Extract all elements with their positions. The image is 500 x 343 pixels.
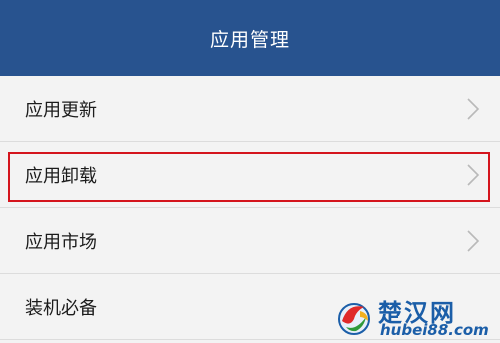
page-title: 应用管理 [209,28,290,51]
menu-item-app-update[interactable]: 应用更新 [0,76,500,142]
menu-item-label: 应用更新 [25,99,97,121]
menu-item-label: 应用市场 [25,231,97,253]
brand-logo-icon [338,303,370,335]
watermark: 楚汉网 hubei88.com [334,295,494,341]
app-management-screen: 应用管理 应用更新 应用卸载 应用市场 装机必备 楚汉网 hubei88.com [0,0,500,343]
chevron-right-icon [467,229,480,252]
chevron-right-icon [467,163,480,186]
menu-item-app-market[interactable]: 应用市场 [0,208,500,274]
menu-item-label: 装机必备 [25,297,97,319]
watermark-url: hubei88.com [380,321,489,339]
menu-item-label: 应用卸载 [25,165,97,187]
chevron-right-icon [467,97,480,120]
menu-item-app-uninstall[interactable]: 应用卸载 [0,142,500,208]
title-bar: 应用管理 [0,0,500,76]
